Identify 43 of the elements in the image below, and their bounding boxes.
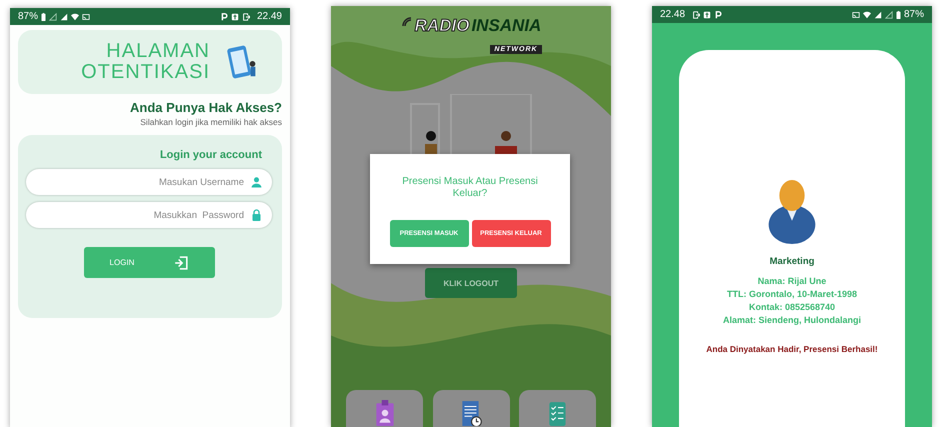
login-icon — [174, 256, 188, 270]
signal-waves-icon — [400, 16, 413, 28]
logout-button[interactable]: KLIK LOGOUT — [425, 268, 517, 298]
cast-icon — [852, 10, 860, 18]
battery-icon — [41, 12, 46, 20]
status-time: 22.49 — [256, 11, 282, 22]
battery-level: 87% — [904, 9, 924, 20]
battery-icon — [896, 10, 901, 18]
profile-detail: Nama: Rijal Une — [758, 275, 826, 288]
parking-icon — [220, 12, 228, 20]
parking-icon — [714, 10, 722, 18]
profile-detail: Kontak: 0852568740 — [748, 301, 836, 314]
exit-icon — [692, 10, 700, 18]
logo-text: INSANIA — [471, 16, 542, 36]
user-icon — [251, 176, 262, 188]
access-heading: Anda Punya Hak Akses? — [129, 100, 282, 115]
id-card-icon — [374, 400, 396, 426]
login-title: Login your account — [158, 149, 262, 161]
role-label: Marketing — [770, 256, 814, 267]
page-title: OTENTIKASI — [81, 62, 210, 83]
menu-tile[interactable] — [519, 390, 596, 427]
menu-tile[interactable] — [346, 390, 423, 427]
dialog-message: Presensi Masuk Atau Presensi Keluar? — [401, 176, 539, 200]
status-time: 22.48 — [660, 9, 686, 20]
profile-detail: Alamat: Siendeng, Hulondalangi — [722, 314, 861, 327]
lock-icon — [251, 209, 262, 221]
battery-level: 87% — [18, 11, 38, 22]
checklist-icon — [546, 400, 568, 426]
user-avatar-icon — [767, 178, 817, 246]
access-subheading: Silahkan login jika memiliki hak akses — [139, 117, 282, 127]
exit-icon — [242, 12, 250, 20]
document-clock-icon — [460, 400, 482, 426]
wifi-icon — [71, 12, 80, 20]
menu-tile[interactable] — [432, 390, 510, 427]
wifi-icon — [862, 10, 871, 18]
page-title: HALAMAN — [106, 41, 210, 62]
success-message: Anda Dinyatakan Hadir, Presensi Berhasil! — [706, 344, 878, 354]
logo-text: RADIO — [414, 16, 470, 36]
password-field[interactable]: Masukkan Password — [26, 202, 272, 228]
login-button[interactable]: LOGIN — [84, 247, 214, 278]
username-field[interactable]: Masukan Username — [26, 169, 272, 195]
profile-detail: TTL: Gorontalo, 10-Maret-1998 — [726, 288, 857, 301]
cast-icon — [82, 12, 90, 20]
